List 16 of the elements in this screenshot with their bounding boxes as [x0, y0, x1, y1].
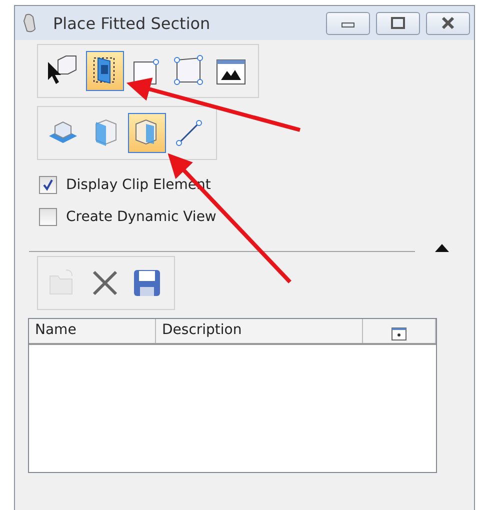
shape-icon — [172, 54, 206, 88]
checkbox[interactable] — [39, 208, 57, 226]
window-title: Place Fitted Section — [53, 14, 212, 32]
column-header[interactable]: Description — [156, 319, 363, 343]
column-header[interactable]: Name — [29, 319, 156, 343]
checkbox-label: Create Dynamic View — [66, 209, 216, 225]
close-icon — [442, 16, 454, 30]
checkbox[interactable] — [39, 176, 57, 194]
maximize-icon — [391, 17, 405, 29]
minimize-icon — [342, 22, 354, 28]
column-picker-icon — [391, 327, 407, 341]
collapse-icon[interactable] — [435, 244, 449, 252]
minimize-button[interactable] — [326, 12, 370, 34]
close-button[interactable] — [426, 12, 470, 34]
maximize-button[interactable] — [376, 12, 420, 34]
tool-button[interactable] — [86, 51, 124, 91]
